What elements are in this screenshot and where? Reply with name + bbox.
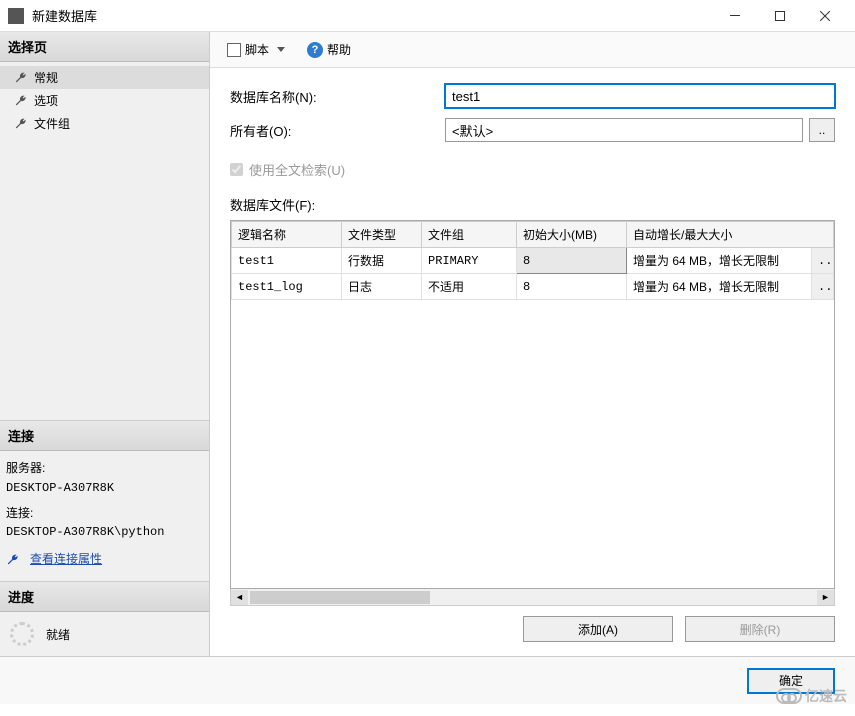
dbname-label: 数据库名称(N): bbox=[230, 87, 445, 106]
col-autogrowth[interactable]: 自动增长/最大大小 bbox=[627, 222, 834, 248]
help-button[interactable]: ? 帮助 bbox=[300, 36, 358, 63]
scroll-right-icon[interactable]: ► bbox=[817, 590, 834, 605]
col-filegroup[interactable]: 文件组 bbox=[422, 222, 517, 248]
chevron-down-icon bbox=[277, 47, 285, 52]
sidebar-item-filegroups[interactable]: 文件组 bbox=[0, 112, 209, 135]
remove-button: 删除(R) bbox=[685, 616, 835, 642]
close-button[interactable] bbox=[802, 1, 847, 31]
progress-status: 就绪 bbox=[46, 626, 70, 643]
autogrowth-browse-button[interactable]: .. bbox=[812, 248, 834, 274]
server-label: 服务器: bbox=[6, 459, 203, 478]
fulltext-checkbox bbox=[230, 163, 243, 176]
script-icon bbox=[227, 43, 241, 57]
col-initial-size[interactable]: 初始大小(MB) bbox=[517, 222, 627, 248]
fulltext-label: 使用全文检索(U) bbox=[249, 160, 345, 179]
connection-value: DESKTOP-A307R8K\python bbox=[6, 523, 203, 542]
sidebar-item-options[interactable]: 选项 bbox=[0, 89, 209, 112]
col-file-type[interactable]: 文件类型 bbox=[342, 222, 422, 248]
files-grid[interactable]: 逻辑名称 文件类型 文件组 初始大小(MB) 自动增长/最大大小 test1 行… bbox=[230, 220, 835, 589]
progress-spinner-icon bbox=[10, 622, 34, 646]
owner-input[interactable] bbox=[445, 118, 803, 142]
wrench-icon bbox=[14, 71, 28, 85]
scroll-thumb[interactable] bbox=[250, 591, 430, 604]
files-label: 数据库文件(F): bbox=[230, 195, 835, 214]
sidebar-item-general[interactable]: 常规 bbox=[0, 66, 209, 89]
owner-label: 所有者(O): bbox=[230, 121, 445, 140]
add-button[interactable]: 添加(A) bbox=[523, 616, 673, 642]
script-button[interactable]: 脚本 bbox=[220, 36, 292, 63]
server-value: DESKTOP-A307R8K bbox=[6, 479, 203, 498]
maximize-button[interactable] bbox=[757, 1, 802, 31]
help-icon: ? bbox=[307, 42, 323, 58]
sidebar: 选择页 常规 选项 文件组 连接 服务器: DESKTOP-A307R8K 连接… bbox=[0, 32, 210, 656]
app-icon bbox=[8, 8, 24, 24]
col-logical-name[interactable]: 逻辑名称 bbox=[232, 222, 342, 248]
autogrowth-browse-button[interactable]: .. bbox=[812, 274, 834, 300]
connection-header: 连接 bbox=[0, 421, 209, 451]
view-connection-props-link[interactable]: 查看连接属性 bbox=[6, 550, 102, 569]
wrench-icon bbox=[6, 553, 20, 567]
table-row[interactable]: test1 行数据 PRIMARY 8 增量为 64 MB，增长无限制 .. bbox=[232, 248, 834, 274]
watermark: 亿速云 bbox=[776, 686, 847, 706]
progress-header: 进度 bbox=[0, 582, 209, 612]
horizontal-scrollbar[interactable]: ◄ ► bbox=[230, 589, 835, 606]
wrench-icon bbox=[14, 117, 28, 131]
sidebar-item-label: 文件组 bbox=[34, 115, 70, 132]
wrench-icon bbox=[14, 94, 28, 108]
select-page-header: 选择页 bbox=[0, 32, 209, 62]
table-row[interactable]: test1_log 日志 不适用 8 增量为 64 MB，增长无限制 .. bbox=[232, 274, 834, 300]
window-title: 新建数据库 bbox=[32, 6, 712, 25]
scroll-left-icon[interactable]: ◄ bbox=[231, 590, 248, 605]
sidebar-item-label: 常规 bbox=[34, 69, 58, 86]
minimize-button[interactable] bbox=[712, 1, 757, 31]
sidebar-item-label: 选项 bbox=[34, 92, 58, 109]
watermark-icon bbox=[776, 688, 802, 704]
owner-browse-button[interactable]: .. bbox=[809, 118, 835, 142]
dbname-input[interactable] bbox=[445, 84, 835, 108]
connection-label: 连接: bbox=[6, 504, 203, 523]
